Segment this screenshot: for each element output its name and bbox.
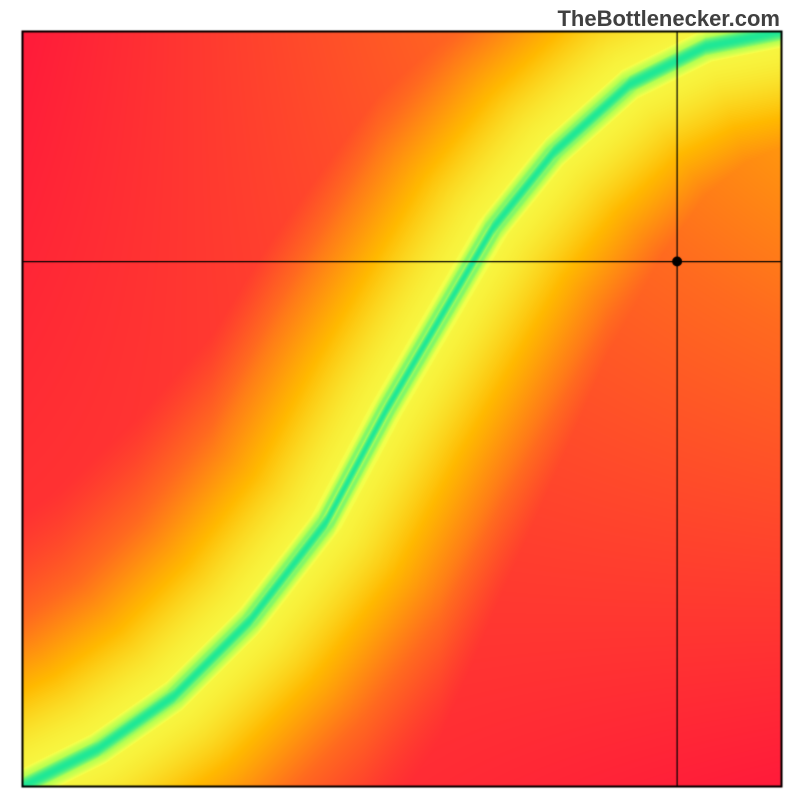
watermark-text: TheBottlenecker.com: [557, 6, 780, 32]
overlay-canvas: [0, 0, 800, 800]
bottleneck-heatmap: TheBottlenecker.com: [0, 0, 800, 800]
